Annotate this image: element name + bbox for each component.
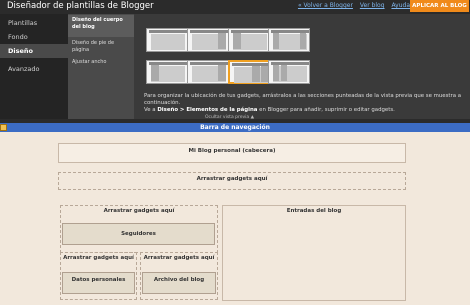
layout-thumbnail-6[interactable] [187,60,229,84]
back-to-blogger-link[interactable]: « Volver a Blogger [298,2,353,9]
profile-gadget[interactable]: Datos personales [62,272,135,294]
posts-region[interactable]: Entradas del blog [222,205,406,301]
hint-line-2-prefix: Ve a [144,107,158,113]
sub-item-body-layout[interactable]: Diseño del cuerpo del blog [68,15,134,37]
help-link[interactable]: Ayuda [391,2,410,9]
nav-item-layout[interactable]: Diseño [0,44,68,58]
drop-zone-right-label: Arrastrar gadgets aquí [143,255,215,261]
layout-thumbnail-4[interactable] [268,28,310,52]
header-links: « Volver a Blogger Ver blog Ayuda [293,2,410,9]
layout-thumbnail-7[interactable] [228,60,270,84]
sub-item-adjust-width[interactable]: Ajustar ancho [68,57,134,67]
view-blog-link[interactable]: Ver blog [360,2,385,9]
layout-thumbnail-8[interactable] [268,60,310,84]
hint-line-2-suffix: en Blogger para añadir, suprimir o edita… [257,107,395,113]
left-nav: Plantillas Fondo Diseño Avanzado [0,14,68,119]
drop-zone-left-label: Arrastrar gadgets aquí [63,255,134,261]
archive-gadget[interactable]: Archivo del blog [142,272,216,294]
apply-to-blog-button[interactable]: APLICAR AL BLOG [410,0,469,12]
designer-panel: Plantillas Fondo Diseño Avanzado Diseño … [0,14,470,119]
nav-item-background[interactable]: Fondo [0,30,68,44]
layout-hint: Para organizar la ubicación de tus gadge… [144,93,464,114]
drop-zone-top[interactable]: Arrastrar gadgets aquí [58,172,406,190]
followers-gadget[interactable]: Seguidores [62,223,215,245]
navbar-label: Barra de navegación [200,124,270,131]
hint-line-2-bold: Diseño > Elementos de la página [157,107,258,113]
sub-item-footer-layout[interactable]: Diseño de pie de página [68,38,134,56]
layout-thumbnail-5[interactable] [146,60,188,84]
navbar-region: Barra de navegación [0,123,470,132]
app-title: Diseñador de plantillas de Blogger [7,1,154,11]
layout-thumbnail-1[interactable] [146,28,188,52]
nav-item-templates[interactable]: Plantillas [0,16,68,30]
nav-item-advanced[interactable]: Avanzado [0,62,68,76]
sub-nav: Diseño del cuerpo del blog Diseño de pie… [68,14,134,119]
hide-preview-toggle[interactable]: Ocultar vista previa ▲ [205,115,254,120]
header-gadget[interactable]: Mi Blog personal (cabecera) [58,143,406,163]
drop-zone-sidebar-label: Arrastrar gadgets aquí [103,208,175,214]
top-header: Diseñador de plantillas de Blogger « Vol… [0,0,470,14]
layout-thumbnail-3[interactable] [228,28,270,52]
hint-line-1: Para organizar la ubicación de tus gadge… [144,93,462,106]
layout-thumbnail-2[interactable] [187,28,229,52]
